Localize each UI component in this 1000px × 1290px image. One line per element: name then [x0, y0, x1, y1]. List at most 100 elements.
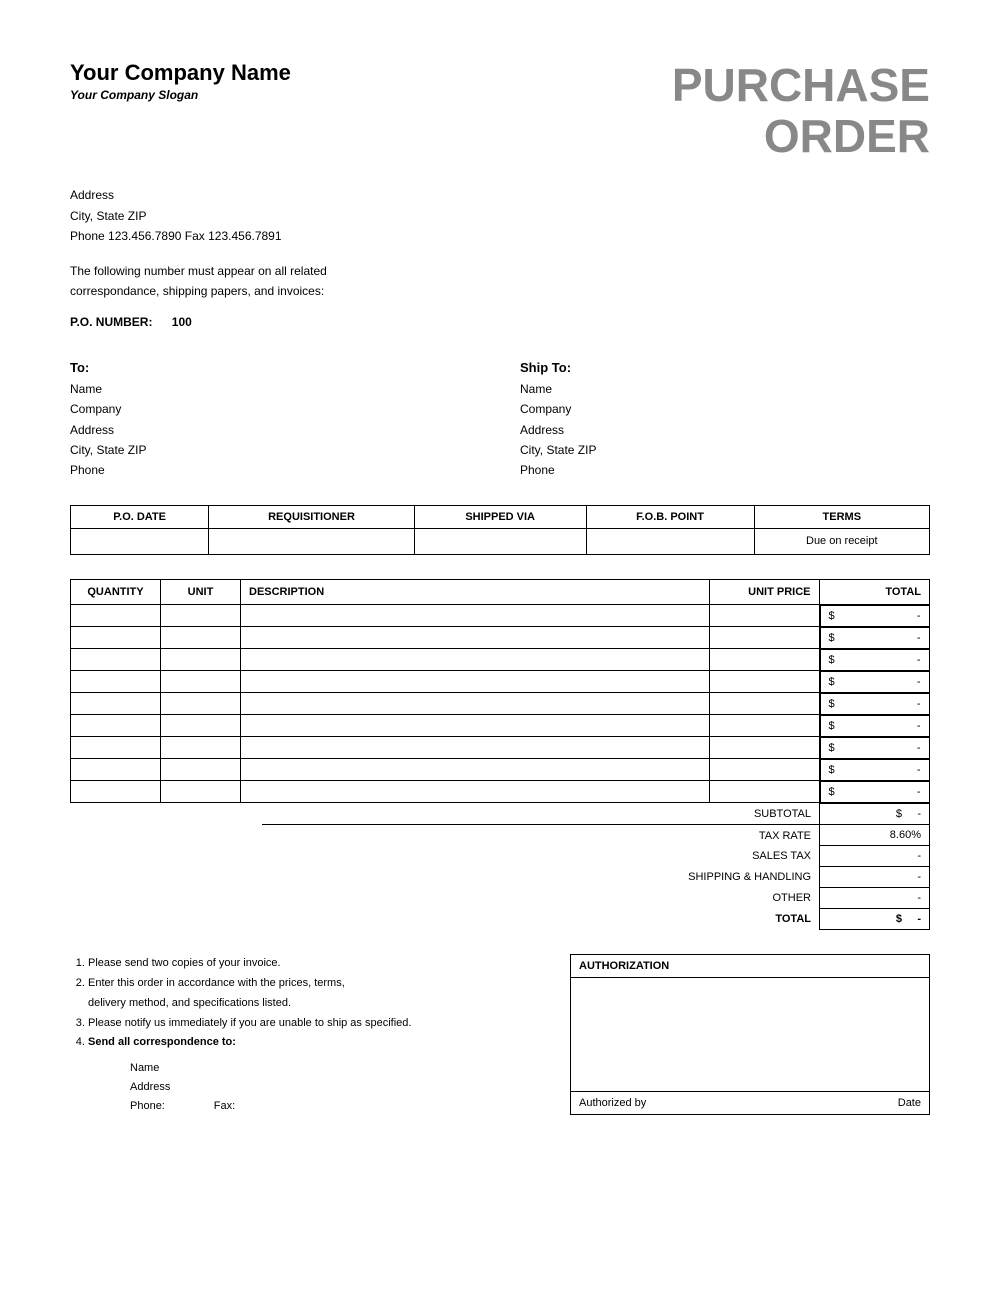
col-description: DESCRIPTION: [241, 579, 710, 604]
contact-address: Address: [130, 1078, 550, 1097]
to-company: Company: [70, 399, 480, 419]
item-price: [709, 759, 819, 781]
note-3: Please notify us immediately if you are …: [88, 1014, 550, 1034]
item-desc: [241, 715, 710, 737]
to-phone: Phone: [70, 460, 480, 480]
item-qty: [71, 604, 161, 627]
contact-name: Name: [130, 1059, 550, 1078]
ship-to-label: Ship To:: [520, 357, 930, 379]
item-total: $ -: [820, 781, 930, 803]
item-price: [709, 781, 819, 803]
item-total: $ -: [820, 649, 930, 671]
sales-tax-row: SALES TAX -: [70, 846, 930, 867]
other-row: OTHER -: [70, 888, 930, 909]
to-ship-section: To: Name Company Address City, State ZIP…: [70, 357, 930, 481]
authorization-body: [571, 978, 929, 1091]
item-total: $ -: [820, 605, 930, 627]
item-total: $ -: [820, 627, 930, 649]
item-price: [709, 627, 819, 649]
info-fob-point: [586, 528, 754, 554]
col-requisitioner: REQUISITIONER: [209, 505, 415, 528]
item-row: $ -: [71, 649, 930, 671]
po-number-value: 100: [172, 315, 192, 329]
item-total: $ -: [820, 671, 930, 693]
phone-label: Phone:: [130, 1100, 165, 1112]
tax-rate-label: TAX RATE: [262, 825, 820, 846]
item-unit: [161, 627, 241, 649]
info-po-date: [71, 528, 209, 554]
to-name: Name: [70, 379, 480, 399]
footer-notes: Please send two copies of your invoice. …: [70, 954, 570, 1115]
ship-block: Ship To: Name Company Address City, Stat…: [520, 357, 930, 481]
ship-to-city-state-zip: City, State ZIP: [520, 440, 930, 460]
authorization-footer: Authorized by Date: [571, 1091, 929, 1114]
item-price: [709, 649, 819, 671]
item-desc: [241, 759, 710, 781]
ship-to-address: Address: [520, 420, 930, 440]
item-unit: [161, 715, 241, 737]
po-number-label: P.O. NUMBER:: [70, 315, 152, 329]
item-total: $ -: [820, 759, 930, 781]
address-line3: Phone 123.456.7890 Fax 123.456.7891: [70, 226, 930, 246]
item-unit: [161, 671, 241, 693]
footer-contact: Name Address Phone: Fax:: [130, 1059, 550, 1115]
to-label: To:: [70, 357, 480, 379]
item-row: $ -: [71, 781, 930, 803]
col-shipped-via: SHIPPED VIA: [414, 505, 586, 528]
ship-to-company: Company: [520, 399, 930, 419]
address-line2: City, State ZIP: [70, 206, 930, 226]
company-name: Your Company Name: [70, 60, 291, 86]
sales-tax-label: SALES TAX: [262, 846, 820, 867]
info-terms: Due on receipt: [754, 528, 929, 554]
item-row: $ -: [71, 604, 930, 627]
shipping-row: SHIPPING & HANDLING -: [70, 867, 930, 888]
col-unit: UNIT: [161, 579, 241, 604]
authorization-block: AUTHORIZATION Authorized by Date: [570, 954, 930, 1115]
tax-rate-row: TAX RATE 8.60%: [70, 825, 930, 846]
item-desc: [241, 781, 710, 803]
info-table: P.O. DATE REQUISITIONER SHIPPED VIA F.O.…: [70, 505, 930, 555]
item-desc: [241, 737, 710, 759]
item-unit: [161, 693, 241, 715]
footer-section: Please send two copies of your invoice. …: [70, 954, 930, 1115]
col-quantity: QUANTITY: [71, 579, 161, 604]
document-header: Your Company Name Your Company Slogan PU…: [70, 60, 930, 161]
address-line1: Address: [70, 185, 930, 205]
item-unit: [161, 649, 241, 671]
item-price: [709, 604, 819, 627]
item-row: $ -: [71, 693, 930, 715]
note-4: Send all correspondence to:: [88, 1033, 550, 1053]
other-label: OTHER: [262, 888, 820, 909]
item-desc: [241, 693, 710, 715]
item-price: [709, 715, 819, 737]
po-number-line: P.O. NUMBER: 100: [70, 315, 930, 329]
item-qty: [71, 627, 161, 649]
note-2: Enter this order in accordance with the …: [88, 974, 550, 1014]
item-unit: [161, 759, 241, 781]
item-desc: [241, 604, 710, 627]
item-row: $ -: [71, 627, 930, 649]
to-address: Address: [70, 420, 480, 440]
col-terms: TERMS: [754, 505, 929, 528]
item-unit: [161, 737, 241, 759]
po-title: PURCHASE ORDER: [672, 60, 930, 161]
to-city-state-zip: City, State ZIP: [70, 440, 480, 460]
to-block: To: Name Company Address City, State ZIP…: [70, 357, 480, 481]
item-total: $ -: [820, 737, 930, 759]
company-address: Address City, State ZIP Phone 123.456.78…: [70, 185, 930, 246]
item-qty: [71, 715, 161, 737]
item-row: $ -: [71, 715, 930, 737]
tax-rate-value: 8.60%: [820, 825, 930, 846]
item-row: $ -: [71, 759, 930, 781]
item-qty: [71, 759, 161, 781]
authorized-by: Authorized by: [579, 1097, 646, 1109]
authorization-header: AUTHORIZATION: [571, 955, 929, 978]
item-row: $ -: [71, 737, 930, 759]
subtotal-value: $ -: [820, 804, 930, 825]
col-po-date: P.O. DATE: [71, 505, 209, 528]
item-total: $ -: [820, 693, 930, 715]
item-total: $ -: [820, 715, 930, 737]
info-shipped-via: [414, 528, 586, 554]
col-fob-point: F.O.B. POINT: [586, 505, 754, 528]
subtotal-row: SUBTOTAL $ -: [70, 804, 930, 825]
